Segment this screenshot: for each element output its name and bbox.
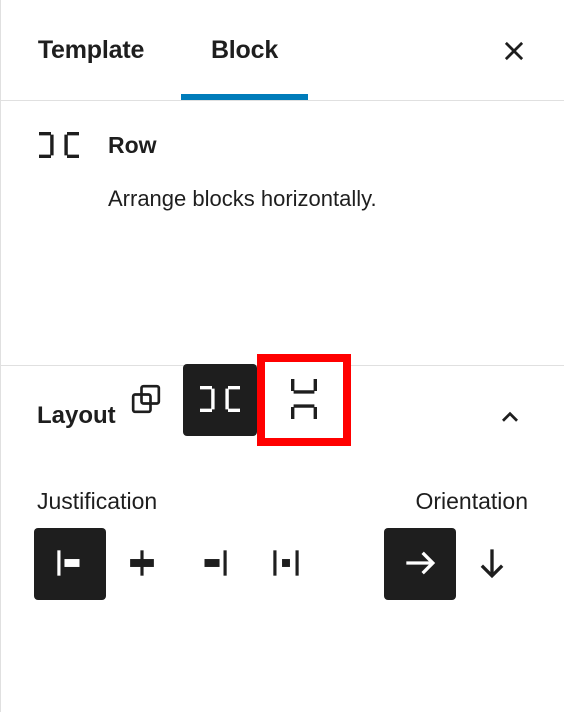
layout-panel: Layout Justification Orientation	[1, 366, 564, 600]
orientation-horizontal-button[interactable]	[384, 528, 456, 600]
arrow-down-icon	[472, 543, 512, 586]
block-description: Arrange blocks horizontally.	[108, 186, 377, 211]
arrow-right-icon	[400, 543, 440, 586]
block-card-header: Row	[1, 127, 564, 163]
orientation-label: Orientation	[415, 488, 528, 514]
justify-left-icon	[51, 544, 89, 585]
block-settings-sidebar: Template Block Row Arrange blocks horizo…	[0, 0, 564, 712]
justification-label: Justification	[37, 488, 158, 514]
close-button[interactable]	[490, 27, 538, 75]
sidebar-tab-bar: Template Block	[1, 0, 564, 101]
justify-space-between-icon	[267, 544, 305, 585]
justify-right-button[interactable]	[178, 528, 250, 600]
tab-template[interactable]: Template	[1, 0, 181, 100]
justify-left-button[interactable]	[34, 528, 106, 600]
orientation-button-group	[384, 528, 528, 600]
close-icon	[499, 36, 529, 66]
layout-controls: Justification Orientation	[1, 466, 564, 600]
chevron-up-icon	[492, 398, 528, 434]
row-icon	[37, 127, 85, 163]
orientation-vertical-button[interactable]	[456, 528, 528, 600]
justify-space-between-button[interactable]	[250, 528, 322, 600]
tab-block[interactable]: Block	[181, 0, 308, 100]
justification-button-group	[34, 528, 322, 600]
layout-panel-toggle[interactable]: Layout	[1, 366, 564, 466]
justify-center-button[interactable]	[106, 528, 178, 600]
block-card: Row Arrange blocks horizontally.	[1, 101, 564, 446]
block-title: Row	[108, 131, 157, 158]
justify-right-icon	[195, 544, 233, 585]
justify-center-icon	[123, 544, 161, 585]
tab-active-indicator	[181, 94, 308, 100]
layout-panel-title: Layout	[37, 402, 116, 429]
